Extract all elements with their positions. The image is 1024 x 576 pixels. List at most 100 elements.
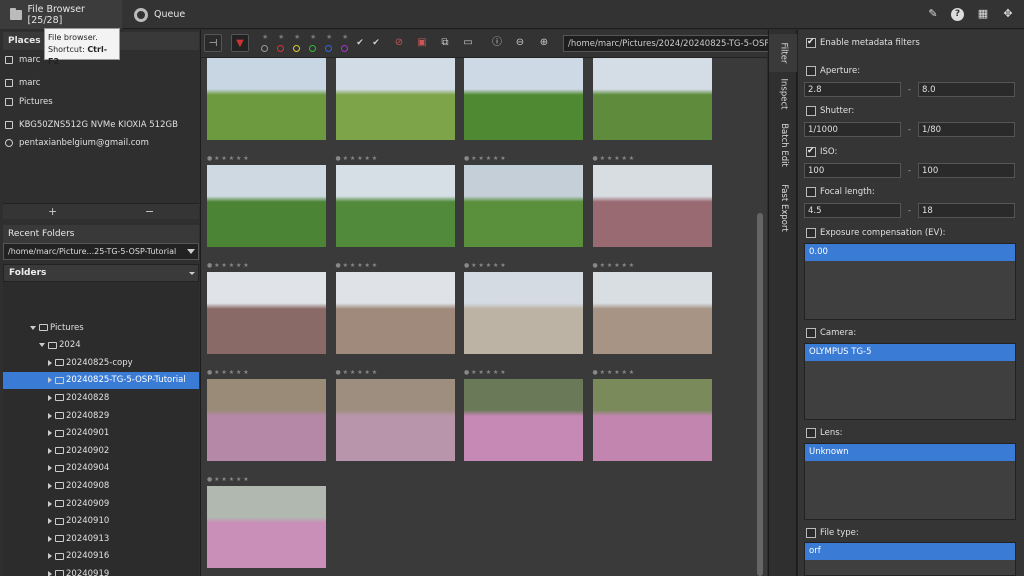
file-type-checkbox[interactable]	[806, 528, 816, 538]
help-icon[interactable]: ?	[951, 8, 964, 21]
thumbnail-rating-bar[interactable]: ● ★ ★ ★ ★ ★	[464, 262, 583, 271]
expander-closed-icon[interactable]	[48, 430, 52, 437]
tab-filter[interactable]: Filter	[769, 34, 798, 72]
recent-folders-dropdown[interactable]: /home/marc/Picture...25-TG-5-OSP-Tutoria…	[3, 243, 199, 260]
thumbnail-rating-bar[interactable]: ● ★ ★ ★ ★ ★	[593, 369, 712, 378]
aperture-checkbox[interactable]	[806, 66, 816, 76]
thumbnail-item[interactable]	[201, 58, 326, 162]
shutter-to-field[interactable]: 1/80	[918, 122, 1015, 137]
filter-funnel-icon[interactable]: ▼	[231, 34, 249, 52]
place-item-pictures[interactable]: Pictures	[5, 97, 53, 107]
thumbnail-image[interactable]	[207, 58, 326, 140]
iso-checkbox[interactable]	[806, 146, 816, 157]
thumbnail-item[interactable]: ● ★ ★ ★ ★ ★	[587, 155, 712, 269]
thumbnail-item[interactable]: ● ★ ★ ★ ★ ★	[458, 369, 583, 483]
expander-closed-icon[interactable]	[48, 377, 52, 384]
focal-length-checkbox[interactable]	[806, 187, 816, 197]
expander-closed-icon[interactable]	[48, 447, 52, 454]
copy-icon[interactable]: ⧉	[436, 34, 454, 52]
star-icon[interactable]: ★	[326, 33, 332, 41]
place-item-home[interactable]: marc	[5, 55, 40, 65]
shutter-checkbox[interactable]	[806, 106, 816, 116]
thumbnail-item[interactable]: ● ★ ★ ★ ★ ★	[458, 262, 583, 376]
iso-from-field[interactable]: 100	[804, 163, 901, 178]
folder-tree-item[interactable]: Pictures	[3, 319, 199, 336]
expander-closed-icon[interactable]	[48, 500, 52, 507]
color-label-red-icon[interactable]	[277, 45, 284, 52]
saved-filter-icon[interactable]: ✔	[367, 34, 385, 52]
camera-checkbox[interactable]	[806, 328, 816, 338]
star-icon[interactable]: ★	[342, 33, 348, 41]
thumbnail-item[interactable]: ● ★ ★ ★ ★ ★	[458, 155, 583, 269]
lens-checkbox[interactable]	[806, 428, 816, 438]
thumbnail-image[interactable]	[335, 165, 455, 247]
folder-open-icon[interactable]: ▭	[459, 34, 477, 52]
color-label-none-icon[interactable]	[261, 45, 268, 52]
thumbnail-item[interactable]: ● ★ ★ ★ ★ ★	[587, 369, 712, 483]
thumbnail-image[interactable]	[207, 486, 326, 568]
folder-tree-item[interactable]: 20240904	[3, 460, 199, 477]
expander-closed-icon[interactable]	[48, 553, 52, 560]
tab-queue[interactable]: Queue	[124, 0, 195, 29]
thumbnail-item[interactable]: ● ★ ★ ★ ★ ★	[330, 262, 455, 376]
color-label-yellow-icon[interactable]	[293, 45, 300, 52]
folder-tree-item[interactable]: 2024	[3, 337, 199, 354]
thumbnail-item[interactable]: ● ★ ★ ★ ★ ★	[201, 262, 326, 376]
folder-tree-item[interactable]: 20240919	[3, 565, 199, 576]
place-item-account[interactable]: pentaxianbelgium@gmail.com	[5, 138, 149, 148]
folder-tree-item[interactable]: 20240829	[3, 407, 199, 424]
thumbnail-item[interactable]: ● ★ ★ ★ ★ ★	[201, 369, 326, 483]
thumbnail-image[interactable]	[592, 165, 712, 247]
focal-to-field[interactable]: 18	[918, 203, 1015, 218]
thumbnail-image[interactable]	[335, 379, 455, 461]
thumbnail-item[interactable]: ● ★ ★ ★ ★ ★	[330, 155, 455, 269]
thumbnail-item[interactable]: ● ★ ★ ★ ★ ★	[201, 476, 326, 576]
tab-fast-export[interactable]: Fast Export	[769, 176, 798, 240]
thumbnail-image[interactable]	[592, 58, 712, 140]
thumbnail-image[interactable]	[207, 379, 326, 461]
thumbnail-item[interactable]	[330, 58, 455, 162]
zoom-out-icon[interactable]: ⊖	[511, 34, 529, 52]
focal-from-field[interactable]: 4.5	[804, 203, 901, 218]
folders-header[interactable]: Folders	[3, 264, 199, 282]
thumbnail-image[interactable]	[335, 272, 455, 354]
thumbnail-rating-bar[interactable]: ● ★ ★ ★ ★ ★	[207, 155, 326, 164]
trash-filter-icon[interactable]: ⊘	[390, 34, 408, 52]
thumbnail-image[interactable]	[464, 272, 583, 354]
expander-closed-icon[interactable]	[48, 465, 52, 472]
thumbnail-image[interactable]	[464, 58, 583, 140]
lens-item[interactable]: Unknown	[805, 444, 1015, 461]
star-icon[interactable]: ★	[262, 33, 268, 41]
star-icon[interactable]: ★	[294, 33, 300, 41]
folder-tree-item[interactable]: 20240901	[3, 425, 199, 442]
remove-place-button[interactable]: −	[145, 205, 154, 218]
thumbnail-image[interactable]	[207, 165, 326, 247]
camera-item[interactable]: OLYMPUS TG-5	[805, 344, 1015, 361]
thumbnail-rating-bar[interactable]: ● ★ ★ ★ ★ ★	[336, 262, 455, 271]
move-icon[interactable]: ✥	[1000, 6, 1016, 22]
iso-to-field[interactable]: 100	[918, 163, 1015, 178]
zoom-in-icon[interactable]: ⊕	[535, 34, 553, 52]
folder-tree-item[interactable]: 20240902	[3, 442, 199, 459]
tab-inspect[interactable]: Inspect	[769, 74, 798, 114]
color-label-blue-icon[interactable]	[325, 45, 332, 52]
place-item-drive[interactable]: KBG50ZNS512G NVMe KIOXIA 512GB	[5, 120, 178, 130]
info-icon[interactable]: ⓘ	[488, 34, 506, 52]
color-label-purple-icon[interactable]	[341, 45, 348, 52]
expander-closed-icon[interactable]	[48, 482, 52, 489]
vertical-scrollbar[interactable]	[757, 213, 763, 576]
thumbnail-item[interactable]	[587, 58, 712, 162]
tab-file-browser[interactable]: File Browser [25/28]	[0, 0, 122, 29]
thumbnail-image[interactable]	[464, 165, 583, 247]
thumbnail-image[interactable]	[207, 272, 326, 354]
thumbnail-image[interactable]	[592, 272, 712, 354]
expander-closed-icon[interactable]	[48, 394, 52, 401]
expander-closed-icon[interactable]	[48, 570, 52, 576]
thumbnail-rating-bar[interactable]: ● ★ ★ ★ ★ ★	[336, 155, 455, 164]
aperture-to-field[interactable]: 8.0	[918, 82, 1015, 97]
expcomp-checkbox[interactable]	[806, 228, 816, 238]
folder-tree-item[interactable]: 20240916	[3, 548, 199, 565]
expcomp-list[interactable]: 0.00	[804, 243, 1016, 320]
grid-layout-icon[interactable]: ▦	[975, 6, 991, 22]
file-type-item[interactable]: orf	[805, 543, 1015, 560]
